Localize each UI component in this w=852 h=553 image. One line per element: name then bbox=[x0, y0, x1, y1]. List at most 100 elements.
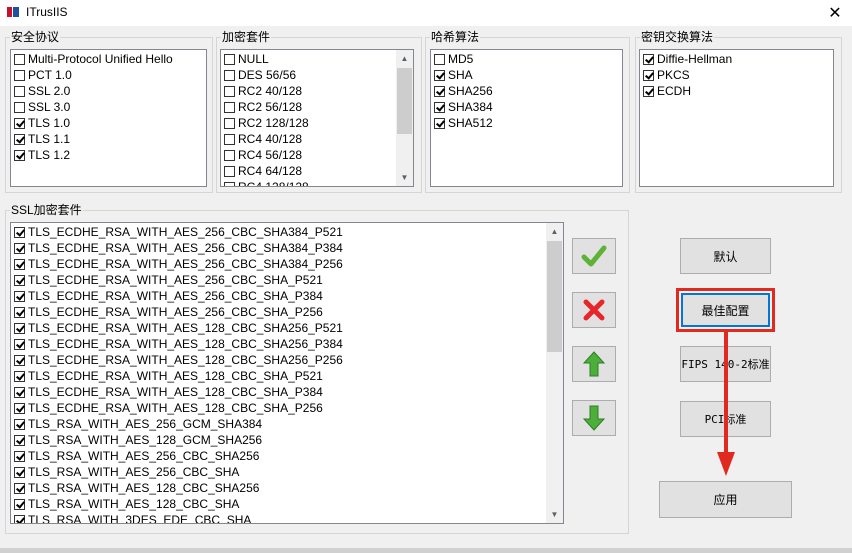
close-button[interactable]: ✕ bbox=[818, 0, 852, 26]
checkbox[interactable] bbox=[14, 418, 25, 430]
list-item[interactable]: TLS_ECDHE_RSA_WITH_AES_128_CBC_SHA256_P5… bbox=[11, 320, 563, 336]
scroll-up-icon[interactable]: ▲ bbox=[396, 50, 413, 67]
list-item[interactable]: RC2 40/128 bbox=[221, 83, 413, 99]
list-item[interactable]: NULL bbox=[221, 51, 413, 67]
checkbox[interactable] bbox=[14, 53, 25, 65]
checkbox[interactable] bbox=[14, 370, 25, 382]
checkbox[interactable] bbox=[434, 53, 445, 65]
list-item[interactable]: TLS_RSA_WITH_AES_256_CBC_SHA256 bbox=[11, 448, 563, 464]
list-item[interactable]: TLS_RSA_WITH_AES_128_CBC_SHA256 bbox=[11, 480, 563, 496]
list-item[interactable]: SHA384 bbox=[431, 99, 622, 115]
checkbox[interactable] bbox=[224, 101, 235, 113]
move-up-button[interactable] bbox=[572, 346, 616, 382]
checkbox[interactable] bbox=[434, 101, 445, 113]
checkbox[interactable] bbox=[224, 149, 235, 161]
checkbox[interactable] bbox=[643, 85, 654, 97]
checkbox[interactable] bbox=[14, 354, 25, 366]
move-down-button[interactable] bbox=[572, 400, 616, 436]
list-item[interactable]: TLS_ECDHE_RSA_WITH_AES_256_CBC_SHA384_P3… bbox=[11, 240, 563, 256]
list-item[interactable]: RC2 128/128 bbox=[221, 115, 413, 131]
checkbox[interactable] bbox=[434, 69, 445, 81]
ciphers-list[interactable]: NULL DES 56/56 RC2 40/128 RC2 56/128 RC2 128… bbox=[220, 49, 414, 187]
checkbox[interactable] bbox=[224, 69, 235, 81]
checkbox[interactable] bbox=[14, 290, 25, 302]
list-item[interactable]: RC4 128/128 bbox=[221, 179, 413, 186]
list-item[interactable]: TLS_ECDHE_RSA_WITH_AES_256_CBC_SHA384_P2… bbox=[11, 256, 563, 272]
list-item[interactable]: TLS_RSA_WITH_AES_128_CBC_SHA bbox=[11, 496, 563, 512]
list-item[interactable]: RC4 56/128 bbox=[221, 147, 413, 163]
checkbox[interactable] bbox=[14, 498, 25, 510]
list-item[interactable]: Multi-Protocol Unified Hello bbox=[11, 51, 206, 67]
confirm-button[interactable] bbox=[572, 238, 616, 274]
checkbox[interactable] bbox=[14, 149, 25, 161]
list-item[interactable]: TLS_ECDHE_RSA_WITH_AES_256_CBC_SHA_P521 bbox=[11, 272, 563, 288]
list-item[interactable]: PKCS bbox=[640, 67, 833, 83]
checkbox[interactable] bbox=[14, 434, 25, 446]
checkbox[interactable] bbox=[224, 117, 235, 129]
checkbox[interactable] bbox=[224, 165, 235, 177]
apply-button[interactable]: 应用 bbox=[659, 481, 792, 518]
list-item[interactable]: MD5 bbox=[431, 51, 622, 67]
checkbox[interactable] bbox=[224, 181, 235, 186]
list-item[interactable]: TLS_ECDHE_RSA_WITH_AES_128_CBC_SHA_P384 bbox=[11, 384, 563, 400]
checkbox[interactable] bbox=[14, 85, 25, 97]
hashes-list[interactable]: MD5 SHA SHA256 SHA384 SHA512 bbox=[430, 49, 623, 187]
list-item[interactable]: TLS_ECDHE_RSA_WITH_AES_128_CBC_SHA256_P3… bbox=[11, 336, 563, 352]
list-item[interactable]: TLS_RSA_WITH_AES_128_GCM_SHA256 bbox=[11, 432, 563, 448]
checkbox[interactable] bbox=[14, 402, 25, 414]
checkbox[interactable] bbox=[643, 53, 654, 65]
ciphers-scrollbar[interactable]: ▲ ▼ bbox=[396, 50, 413, 186]
list-item[interactable]: TLS_ECDHE_RSA_WITH_AES_128_CBC_SHA_P256 bbox=[11, 400, 563, 416]
checkbox[interactable] bbox=[14, 322, 25, 334]
scroll-down-icon[interactable]: ▼ bbox=[396, 169, 413, 186]
checkbox[interactable] bbox=[14, 466, 25, 478]
list-item[interactable]: TLS_ECDHE_RSA_WITH_AES_256_CBC_SHA_P256 bbox=[11, 304, 563, 320]
checkbox[interactable] bbox=[14, 274, 25, 286]
checkbox[interactable] bbox=[14, 450, 25, 462]
checkbox[interactable] bbox=[14, 69, 25, 81]
list-item[interactable]: RC4 40/128 bbox=[221, 131, 413, 147]
key-exchange-list[interactable]: Diffie-Hellman PKCS ECDH bbox=[639, 49, 834, 187]
list-item[interactable]: TLS_RSA_WITH_AES_256_CBC_SHA bbox=[11, 464, 563, 480]
scroll-thumb[interactable] bbox=[397, 68, 412, 134]
checkbox[interactable] bbox=[224, 133, 235, 145]
list-item[interactable]: TLS 1.2 bbox=[11, 147, 206, 163]
checkbox[interactable] bbox=[14, 242, 25, 254]
checkbox[interactable] bbox=[434, 85, 445, 97]
checkbox[interactable] bbox=[434, 117, 445, 129]
list-item[interactable]: TLS_ECDHE_RSA_WITH_AES_128_CBC_SHA_P521 bbox=[11, 368, 563, 384]
ssl-suites-scrollbar[interactable]: ▲ ▼ bbox=[546, 223, 563, 523]
list-item[interactable]: SHA bbox=[431, 67, 622, 83]
list-item[interactable]: PCT 1.0 bbox=[11, 67, 206, 83]
delete-button[interactable] bbox=[572, 292, 616, 328]
checkbox[interactable] bbox=[14, 306, 25, 318]
protocols-list[interactable]: Multi-Protocol Unified Hello PCT 1.0 SSL 2… bbox=[10, 49, 207, 187]
checkbox[interactable] bbox=[14, 133, 25, 145]
checkbox[interactable] bbox=[14, 482, 25, 494]
list-item[interactable]: SHA256 bbox=[431, 83, 622, 99]
scroll-thumb[interactable] bbox=[547, 241, 562, 352]
checkbox[interactable] bbox=[14, 101, 25, 113]
list-item[interactable]: TLS 1.1 bbox=[11, 131, 206, 147]
checkbox[interactable] bbox=[14, 117, 25, 129]
scroll-down-icon[interactable]: ▼ bbox=[546, 506, 563, 523]
checkbox[interactable] bbox=[14, 258, 25, 270]
list-item[interactable]: Diffie-Hellman bbox=[640, 51, 833, 67]
list-item[interactable]: SSL 3.0 bbox=[11, 99, 206, 115]
checkbox[interactable] bbox=[224, 85, 235, 97]
scroll-up-icon[interactable]: ▲ bbox=[546, 223, 563, 240]
list-item[interactable]: TLS_ECDHE_RSA_WITH_AES_256_CBC_SHA_P384 bbox=[11, 288, 563, 304]
list-item[interactable]: RC4 64/128 bbox=[221, 163, 413, 179]
best-config-button[interactable]: 最佳配置 bbox=[681, 293, 770, 327]
ssl-suites-list[interactable]: TLS_ECDHE_RSA_WITH_AES_256_CBC_SHA384_P5… bbox=[10, 222, 564, 524]
list-item[interactable]: TLS 1.0 bbox=[11, 115, 206, 131]
checkbox[interactable] bbox=[224, 53, 235, 65]
checkbox[interactable] bbox=[14, 338, 25, 350]
checkbox[interactable] bbox=[643, 69, 654, 81]
list-item[interactable]: SHA512 bbox=[431, 115, 622, 131]
checkbox[interactable] bbox=[14, 514, 25, 523]
list-item[interactable]: RC2 56/128 bbox=[221, 99, 413, 115]
checkbox[interactable] bbox=[14, 386, 25, 398]
list-item[interactable]: DES 56/56 bbox=[221, 67, 413, 83]
list-item[interactable]: SSL 2.0 bbox=[11, 83, 206, 99]
